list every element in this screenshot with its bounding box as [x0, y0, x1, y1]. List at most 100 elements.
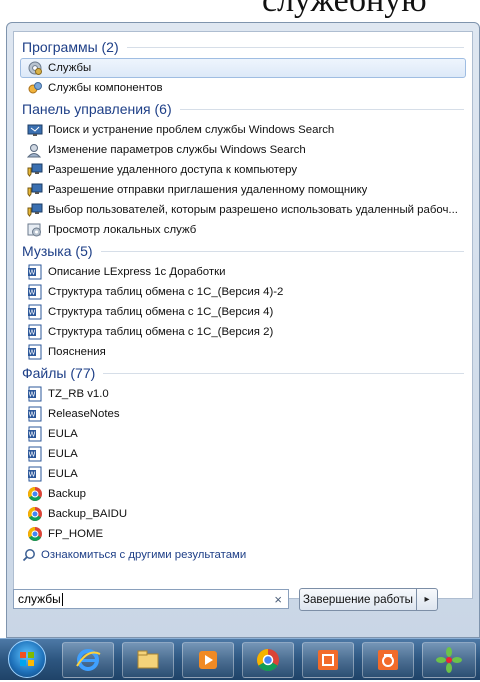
- group-title: Панель управления (6): [22, 101, 172, 117]
- taskbar-file-explorer[interactable]: [122, 642, 174, 678]
- see-more-results-link[interactable]: Ознакомиться с другими результатами: [22, 544, 472, 566]
- word-document-icon: W: [27, 344, 43, 360]
- result-item-file-3[interactable]: W EULA: [20, 444, 466, 464]
- text-caret: [61, 593, 63, 607]
- chrome-icon: [27, 526, 43, 542]
- group-header-music[interactable]: Музыка (5): [22, 240, 464, 262]
- group-title: Программы (2): [22, 39, 119, 55]
- shield-monitor-icon: [27, 202, 43, 218]
- result-label: EULA: [48, 428, 78, 440]
- svg-text:W: W: [29, 349, 36, 357]
- svg-text:W: W: [29, 289, 36, 297]
- result-item-file-2[interactable]: W EULA: [20, 424, 466, 444]
- background-document-text: служебную: [262, 0, 427, 19]
- result-item-music-3[interactable]: W Структура таблиц обмена с 1С_(Версия 2…: [20, 322, 466, 342]
- result-label: TZ_RB v1.0: [48, 388, 109, 400]
- result-item-change-search-settings[interactable]: Изменение параметров службы Windows Sear…: [20, 140, 466, 160]
- svg-text:W: W: [29, 471, 36, 479]
- windows-logo-icon: [20, 652, 34, 666]
- taskbar-media-player[interactable]: [182, 642, 234, 678]
- result-label: Структура таблиц обмена с 1С_(Версия 4)-…: [48, 286, 284, 298]
- word-document-icon: W: [27, 264, 43, 280]
- result-label: ReleaseNotes: [48, 408, 120, 420]
- media-player-icon: [199, 651, 217, 669]
- result-item-music-1[interactable]: W Структура таблиц обмена с 1С_(Версия 4…: [20, 282, 466, 302]
- shutdown-options-button[interactable]: ▸: [416, 588, 438, 611]
- result-item-file-7[interactable]: FP_HOME: [20, 524, 466, 544]
- svg-text:W: W: [29, 411, 36, 419]
- result-item-file-5[interactable]: Backup: [20, 484, 466, 504]
- search-results-panel: Программы (2) Службы Службы компонентов …: [13, 31, 473, 599]
- result-label: Описание LExpress 1с Доработки: [48, 266, 226, 278]
- result-item-view-local-services[interactable]: Просмотр локальных служб: [20, 220, 466, 240]
- word-document-icon: W: [27, 304, 43, 320]
- taskbar-internet-explorer[interactable]: [62, 642, 114, 678]
- result-item-file-4[interactable]: W EULA: [20, 464, 466, 484]
- result-label: Просмотр локальных служб: [48, 224, 197, 236]
- result-item-music-2[interactable]: W Структура таблиц обмена с 1С_(Версия 4…: [20, 302, 466, 322]
- start-button[interactable]: [8, 640, 46, 678]
- word-document-icon: W: [27, 406, 43, 422]
- troubleshoot-monitor-icon: [27, 122, 43, 138]
- clear-search-icon[interactable]: ×: [274, 591, 282, 609]
- result-item-services[interactable]: Службы: [20, 58, 466, 78]
- result-label: Изменение параметров службы Windows Sear…: [48, 144, 306, 156]
- result-item-troubleshoot-search[interactable]: Поиск и устранение проблем службы Window…: [20, 120, 466, 140]
- svg-text:W: W: [29, 431, 36, 439]
- shield-monitor-icon: [27, 182, 43, 198]
- result-label: Выбор пользователей, которым разрешено и…: [48, 204, 458, 216]
- chrome-icon: [27, 506, 43, 522]
- word-document-icon: W: [27, 446, 43, 462]
- taskbar-icq[interactable]: [422, 642, 476, 678]
- result-item-allow-remote-access[interactable]: Разрешение удаленного доступа к компьюте…: [20, 160, 466, 180]
- result-label: Службы компонентов: [48, 82, 163, 94]
- result-label: Структура таблиц обмена с 1С_(Версия 4): [48, 306, 274, 318]
- shield-monitor-icon: [27, 162, 43, 178]
- svg-text:W: W: [29, 391, 36, 399]
- word-document-icon: W: [27, 466, 43, 482]
- internet-explorer-icon: [76, 649, 101, 671]
- icq-icon: [436, 647, 462, 673]
- search-input[interactable]: службы ×: [13, 589, 289, 609]
- shutdown-arrow-icon: ▸: [424, 594, 430, 605]
- result-label: EULA: [48, 448, 78, 460]
- svg-text:W: W: [29, 329, 36, 337]
- group-header-files[interactable]: Файлы (77): [22, 362, 464, 384]
- group-title: Файлы (77): [22, 365, 96, 381]
- services-gear-icon: [27, 60, 43, 76]
- group-divider: [103, 372, 464, 374]
- svg-text:W: W: [29, 451, 36, 459]
- taskbar-camera-tool[interactable]: [362, 642, 414, 678]
- result-item-file-1[interactable]: W ReleaseNotes: [20, 404, 466, 424]
- taskbar-chrome[interactable]: [242, 642, 294, 678]
- component-services-icon: [27, 80, 43, 96]
- screenshot-tool-icon: [318, 650, 338, 670]
- result-label: Backup: [48, 488, 86, 500]
- result-item-music-4[interactable]: W Пояснения: [20, 342, 466, 362]
- result-label: Разрешение отправки приглашения удаленно…: [48, 184, 368, 196]
- group-divider: [179, 108, 464, 110]
- search-input-value: службы: [18, 592, 61, 606]
- result-item-select-remote-users[interactable]: Выбор пользователей, которым разрешено и…: [20, 200, 466, 220]
- camera-tool-icon: [378, 650, 398, 670]
- result-item-file-6[interactable]: Backup_BAIDU: [20, 504, 466, 524]
- result-item-allow-remote-assistance[interactable]: Разрешение отправки приглашения удаленно…: [20, 180, 466, 200]
- result-item-file-0[interactable]: W TZ_RB v1.0: [20, 384, 466, 404]
- result-item-component-services[interactable]: Службы компонентов: [20, 78, 466, 98]
- group-header-programs[interactable]: Программы (2): [22, 36, 464, 58]
- group-title: Музыка (5): [22, 243, 93, 259]
- result-label: Пояснения: [48, 346, 106, 358]
- word-document-icon: W: [27, 426, 43, 442]
- group-header-control-panel[interactable]: Панель управления (6): [22, 98, 464, 120]
- taskbar: [0, 638, 480, 680]
- svg-text:W: W: [29, 309, 36, 317]
- result-label: Службы: [48, 62, 92, 74]
- result-item-music-0[interactable]: W Описание LExpress 1с Доработки: [20, 262, 466, 282]
- group-divider: [100, 250, 464, 252]
- chrome-icon: [27, 486, 43, 502]
- shutdown-button[interactable]: Завершение работы: [299, 588, 417, 611]
- result-label: Структура таблиц обмена с 1С_(Версия 2): [48, 326, 274, 338]
- taskbar-screenshot-tool[interactable]: [302, 642, 354, 678]
- result-label: EULA: [48, 468, 78, 480]
- result-label: Поиск и устранение проблем службы Window…: [48, 124, 335, 136]
